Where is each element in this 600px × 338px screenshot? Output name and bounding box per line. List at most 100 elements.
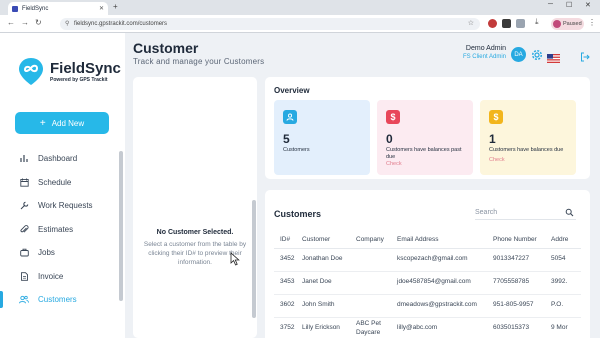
search-input[interactable]: Search [475, 206, 576, 220]
sidebar-item-label: Invoice [38, 271, 64, 281]
customer-id-link[interactable]: 3452 [274, 248, 302, 272]
column-header-customer[interactable]: Customer [302, 231, 356, 249]
customer-name: Lilly Erickson [302, 317, 356, 338]
reload-icon[interactable]: ↻ [35, 18, 42, 27]
sidebar-item-label: Estimates [38, 224, 74, 234]
us-flag-icon[interactable] [547, 50, 560, 63]
maximize-icon[interactable]: ☐ [566, 1, 572, 9]
address-bar-row: ← → ↻ ⚲ fieldsync.gpstrackit.com/custome… [0, 15, 600, 33]
stat-card-balances-due[interactable]: $ 1 Customers have balances due Check [480, 100, 576, 175]
customer-id-link[interactable]: 3602 [274, 294, 302, 318]
browser-tab[interactable]: FieldSync ✕ [8, 2, 108, 15]
users-icon [19, 295, 29, 305]
sidebar-item-customers[interactable]: Customers [0, 288, 125, 312]
sidebar-item-label: Jobs [38, 248, 55, 258]
table-row[interactable]: 3602 John Smith dmeadows@gpstrackit.com … [274, 294, 581, 318]
customers-card: Customers Search ID# Customer Company Em… [265, 190, 590, 338]
back-icon[interactable]: ← [7, 18, 15, 27]
customer-company [356, 294, 397, 318]
browser-tab-bar: FieldSync ✕ + ─ ☐ ✕ [0, 0, 600, 15]
column-header-id[interactable]: ID# [274, 231, 302, 249]
favicon-icon [12, 5, 18, 12]
customer-company [356, 248, 397, 272]
close-tab-icon[interactable]: ✕ [99, 5, 104, 12]
stat-card-past-due[interactable]: $ 0 Customers have balances past due Che… [377, 100, 473, 175]
extension-icon[interactable] [502, 19, 511, 28]
logo[interactable]: FieldSync Powered by GPS Trackit [16, 56, 121, 86]
fieldsync-logo-icon [16, 56, 46, 86]
customer-address: 5054 [551, 248, 581, 272]
customer-name: Janet Doe [302, 271, 356, 295]
customer-email: dmeadows@gpstrackit.com [397, 294, 493, 318]
app-root: FieldSync Powered by GPS Trackit + Add N… [0, 33, 600, 338]
column-header-phone[interactable]: Phone Number [493, 231, 551, 249]
dollar-icon: $ [386, 110, 400, 124]
window-close-icon[interactable]: ✕ [585, 1, 591, 9]
stat-label: Customers have balances due [489, 147, 564, 153]
customer-id-link[interactable]: 3752 [274, 317, 302, 338]
browser-menu-icon[interactable]: ⋮ [588, 18, 596, 27]
column-header-email[interactable]: Email Address [397, 231, 493, 249]
sidebar-item-jobs[interactable]: Jobs [0, 241, 125, 265]
stat-value: 1 [489, 132, 496, 146]
stat-card-customers[interactable]: 5 Customers [274, 100, 370, 175]
paperclip-icon [19, 224, 29, 234]
sidebar-item-label: Dashboard [38, 154, 78, 164]
table-row[interactable]: 3752 Lilly Erickson ABC Pet Daycare lill… [274, 317, 581, 338]
new-tab-icon[interactable]: + [113, 2, 118, 11]
logout-icon[interactable] [580, 49, 590, 62]
user-icon [283, 110, 297, 124]
column-header-address[interactable]: Addre [551, 231, 581, 249]
stat-label: Customers have balances past due [386, 147, 462, 161]
add-new-button[interactable]: + Add New [15, 112, 109, 134]
stat-value: 5 [283, 132, 290, 146]
sidebar-item-label: Customers [38, 295, 77, 305]
url-text: fieldsync.gpstrackit.com/customers [74, 21, 168, 27]
customer-address: 3992. [551, 271, 581, 295]
url-field[interactable]: ⚲ fieldsync.gpstrackit.com/customers ☆ [60, 18, 480, 30]
search-icon[interactable] [565, 208, 574, 217]
forward-icon[interactable]: → [21, 18, 29, 27]
customer-email: lilly@abc.com [397, 317, 493, 338]
gear-icon[interactable] [531, 48, 543, 61]
sidebar-item-invoice[interactable]: Invoice [0, 265, 125, 289]
table-header-row: ID# Customer Company Email Address Phone… [274, 231, 581, 249]
profile-avatar-icon [553, 20, 561, 28]
table-row[interactable]: 3452 Jonathan Doe kscopezach@gmail.com 9… [274, 248, 581, 272]
bookmark-star-icon[interactable]: ☆ [468, 19, 474, 27]
logo-name: FieldSync [50, 59, 121, 77]
mouse-cursor-icon [230, 252, 240, 266]
table-row[interactable]: 3453 Janet Doe jdoe4587854@gmail.com 770… [274, 271, 581, 295]
sidebar-scrollbar[interactable] [119, 151, 123, 301]
browser-tab-title: FieldSync [22, 5, 49, 12]
customer-name: John Smith [302, 294, 356, 318]
plus-icon: + [39, 117, 46, 129]
download-icon[interactable]: ⤓ [535, 17, 544, 26]
sidebar-item-dashboard[interactable]: Dashboard [0, 147, 125, 171]
avatar[interactable]: DA [511, 47, 526, 62]
check-link[interactable]: Check [386, 161, 402, 167]
customers-table: ID# Customer Company Email Address Phone… [274, 231, 581, 338]
overview-card: Overview 5 Customers $ 0 Customers have … [265, 77, 590, 179]
site-info-icon[interactable]: ⚲ [65, 20, 69, 27]
document-icon [19, 271, 29, 281]
sidebar-item-label: Schedule [38, 177, 72, 187]
empty-state-title: No Customer Selected. [156, 229, 234, 236]
customer-id-link[interactable]: 3453 [274, 271, 302, 295]
customer-company [356, 271, 397, 295]
sidebar-item-work-requests[interactable]: Work Requests [0, 194, 125, 218]
minimize-icon[interactable]: ─ [548, 1, 553, 8]
customer-phone: 951-805-9957 [493, 294, 551, 318]
column-header-company[interactable]: Company [356, 231, 397, 249]
page-subtitle: Track and manage your Customers [133, 57, 265, 66]
extensions-puzzle-icon[interactable] [516, 19, 525, 28]
sidebar-item-schedule[interactable]: Schedule [0, 171, 125, 195]
extension-icon[interactable] [488, 19, 497, 28]
customer-email: kscopezach@gmail.com [397, 248, 493, 272]
wrench-icon [19, 201, 29, 211]
panel-scrollbar[interactable] [252, 200, 256, 318]
profile-button[interactable]: Paused [551, 18, 584, 30]
check-link[interactable]: Check [489, 157, 505, 163]
customer-address: P.O. [551, 294, 581, 318]
sidebar-item-estimates[interactable]: Estimates [0, 218, 125, 242]
